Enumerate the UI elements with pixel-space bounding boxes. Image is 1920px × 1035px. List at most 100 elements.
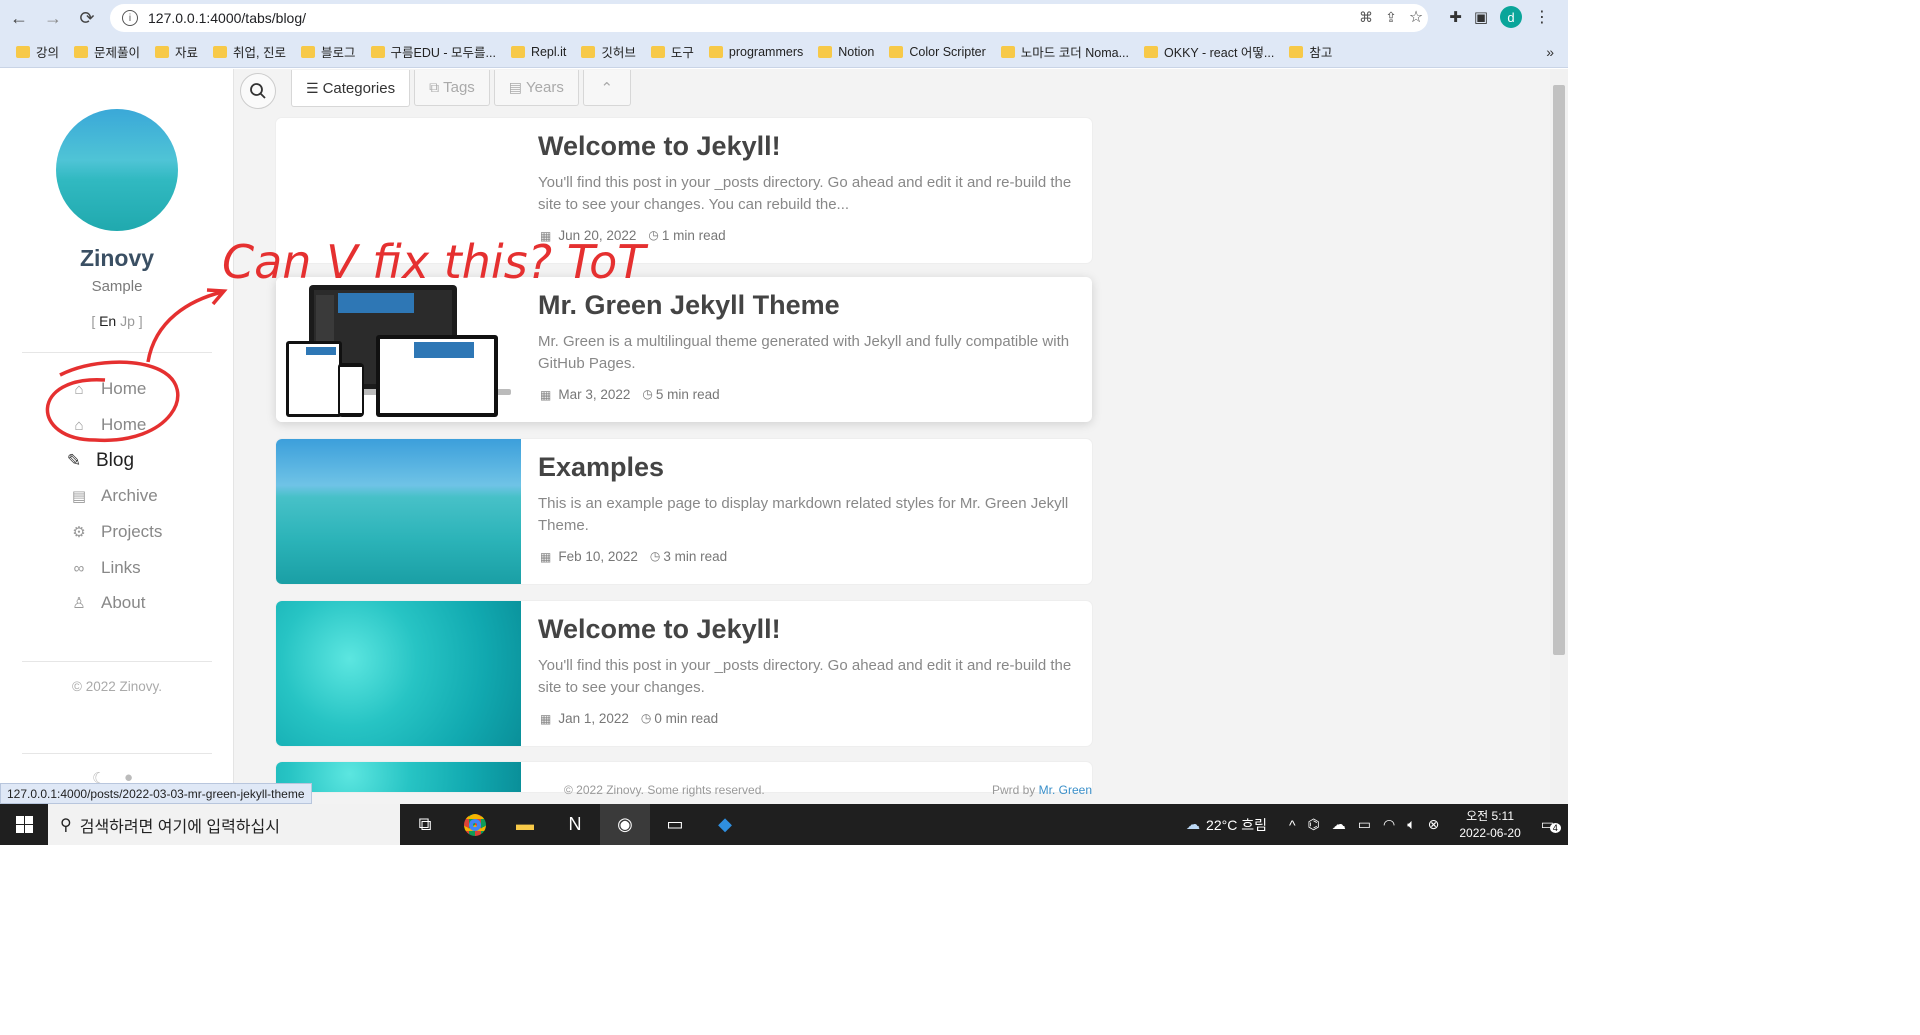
address-bar[interactable]: i 127.0.0.1:4000/tabs/blog/ (110, 4, 1428, 32)
taskbar-clock[interactable]: 오전 5:11 2022-06-20 (1459, 808, 1520, 842)
bookmark-icon (581, 45, 596, 58)
bookmark-item[interactable]: Repl.it (510, 45, 566, 59)
file-explorer-icon[interactable]: ▬ (500, 804, 550, 845)
sidebar-item-about[interactable]: ♙ About (70, 593, 145, 613)
sidebar-item-projects[interactable]: ⚙ Projects (70, 522, 162, 542)
post-title[interactable]: Examples (538, 452, 664, 483)
taskbar-search[interactable]: ⚲ 검색하려면 여기에 입력하십시 (48, 804, 400, 845)
profile-avatar[interactable]: d (1500, 6, 1522, 28)
wifi-icon[interactable]: ◠ (1383, 816, 1395, 833)
sidepanel-icon[interactable]: ▣ (1474, 8, 1488, 26)
footer-prefix: Pwrd by (991, 783, 1036, 797)
menu-icon[interactable]: ⋮ (1534, 7, 1550, 27)
network-icon[interactable]: ⌬ (1308, 816, 1320, 833)
volume-icon[interactable]: 🔈︎ (1407, 816, 1415, 833)
bookmark-item[interactable]: 도구 (650, 42, 694, 61)
task-view-icon[interactable]: ⧉ (400, 804, 450, 845)
info-icon[interactable]: i (122, 10, 138, 26)
post-card[interactable]: Welcome to Jekyll! You'll find this post… (276, 601, 1092, 746)
list-icon: ☰ (306, 79, 319, 96)
bookmark-item[interactable]: 자료 (155, 42, 198, 61)
bookmark-label: 블로그 (321, 46, 356, 60)
scrollbar[interactable] (1550, 69, 1568, 804)
windows-taskbar: ⚲ 검색하려면 여기에 입력하십시 ⧉ ▬ N ◉ ▭ ◆ ☁ 22°C 흐림 … (0, 804, 1568, 845)
lang-en[interactable]: En (99, 313, 116, 329)
post-meta: ▦ Feb 10, 2022 ◷ 3 min read (540, 548, 727, 565)
avatar[interactable] (56, 109, 178, 231)
clock-time: 오전 5:11 (1466, 808, 1515, 823)
bookmark-item[interactable]: 취업, 진로 (213, 42, 286, 61)
translate-icon[interactable]: ⌘ (1359, 9, 1373, 26)
close-icon[interactable]: ⊗ (1428, 816, 1440, 833)
scrollbar-thumb[interactable] (1553, 85, 1565, 655)
blog-tabs: ☰ Categories ⧉ Tags ▤ Years ⌃ (291, 70, 635, 107)
post-thumbnail (276, 439, 521, 584)
system-tray: ☁ 22°C 흐림 ^ ⌬ ☁ ▭ ◠ 🔈︎ ⊗ 오전 5:11 2022-06… (1186, 804, 1568, 845)
sidebar-item-home-2[interactable]: ⌂ Home (70, 415, 146, 435)
clock-icon: ◷ (640, 711, 652, 725)
bookmark-item[interactable]: 문제풀이 (74, 42, 140, 61)
mr-green-link[interactable]: Mr. Green (1039, 783, 1092, 797)
sidebar-item-links[interactable]: ∞ Links (70, 558, 141, 578)
bookmark-item[interactable]: 블로그 (301, 42, 356, 61)
bookmark-label: 구름EDU - 모두를... (390, 46, 496, 60)
post-card[interactable]: Examples This is an example page to disp… (276, 439, 1092, 584)
bookmark-item[interactable]: programmers (708, 44, 804, 59)
sidebar-item-label: About (101, 593, 146, 612)
post-card[interactable]: Mr. Green Jekyll Theme Mr. Green is a mu… (276, 277, 1092, 422)
tab-tags[interactable]: ⧉ Tags (414, 70, 490, 106)
chevron-up-icon[interactable]: ^ (1289, 817, 1296, 833)
weather-text[interactable]: 22°C 흐림 (1206, 815, 1267, 835)
bookmarks-overflow-icon[interactable]: » (1546, 44, 1554, 60)
bookmark-label: programmers (728, 44, 804, 59)
extensions-icon[interactable]: ✚ (1449, 8, 1462, 26)
notion-icon[interactable]: N (550, 804, 600, 845)
star-icon[interactable]: ☆ (1409, 7, 1423, 27)
sidebar-item-archive[interactable]: ▤ Archive (70, 486, 158, 506)
post-date: Jan 1, 2022 (558, 711, 629, 726)
bookmark-item[interactable]: 구름EDU - 모두를... (370, 42, 496, 61)
tab-label: Categories (322, 79, 396, 97)
bookmark-icon (155, 45, 170, 58)
tab-years[interactable]: ▤ Years (493, 70, 579, 106)
post-title[interactable]: Welcome to Jekyll! (538, 614, 781, 645)
url-text: 127.0.0.1:4000/tabs/blog/ (148, 10, 307, 26)
bookmark-item[interactable]: Color Scripter (889, 45, 986, 59)
sidebar-item-label: Archive (101, 486, 158, 505)
site-title[interactable]: Zinovy (0, 245, 234, 272)
bookmark-item[interactable]: Notion (818, 45, 874, 59)
back-button[interactable]: ← (4, 3, 34, 33)
bookmark-item[interactable]: 강의 (16, 42, 59, 61)
lang-jp[interactable]: Jp (120, 313, 135, 329)
post-read-time: 3 min read (663, 549, 728, 564)
chrome-profile-icon[interactable]: ◉ (600, 804, 650, 845)
bookmark-label: 취업, 진로 (233, 46, 286, 60)
sidebar-item-home-1[interactable]: ⌂ Home (70, 379, 146, 399)
collapse-button[interactable]: ⌃ (582, 70, 631, 106)
tab-label: Tags (443, 79, 475, 96)
sidebar-divider (22, 352, 212, 353)
bookmark-item[interactable]: 노마드 코더 Noma... (1000, 42, 1129, 61)
post-card[interactable]: Welcome to Jekyll! You'll find this post… (276, 118, 1092, 263)
bookmark-item[interactable]: 참고 (1289, 42, 1332, 61)
post-date: Mar 3, 2022 (558, 387, 631, 402)
battery-icon[interactable]: ▭ (1358, 816, 1371, 833)
search-button[interactable] (240, 73, 276, 109)
forward-button[interactable]: → (38, 3, 68, 33)
terminal-icon[interactable]: ▭ (650, 804, 700, 845)
post-title[interactable]: Mr. Green Jekyll Theme (538, 290, 840, 321)
cloud-icon[interactable]: ☁ (1332, 816, 1346, 833)
chrome-icon[interactable] (450, 804, 500, 845)
reload-button[interactable]: ⟳ (72, 3, 102, 33)
post-title[interactable]: Welcome to Jekyll! (538, 131, 781, 162)
share-icon[interactable]: ⇪ (1385, 9, 1397, 26)
footer-copyright: © 2022 Zinovy. Some rights reserved. (564, 783, 765, 797)
bookmark-item[interactable]: 깃허브 (581, 42, 636, 61)
tab-categories[interactable]: ☰ Categories (291, 70, 411, 107)
bookmark-item[interactable]: OKKY - react 어떻... (1144, 42, 1274, 61)
bookmark-icon (1289, 45, 1304, 58)
vscode-icon[interactable]: ◆ (700, 804, 750, 845)
sidebar-item-blog[interactable]: ✎ Blog (65, 450, 134, 472)
windows-start-button[interactable] (0, 804, 48, 845)
notification-icon[interactable]: ▭ 4 (1541, 816, 1561, 833)
